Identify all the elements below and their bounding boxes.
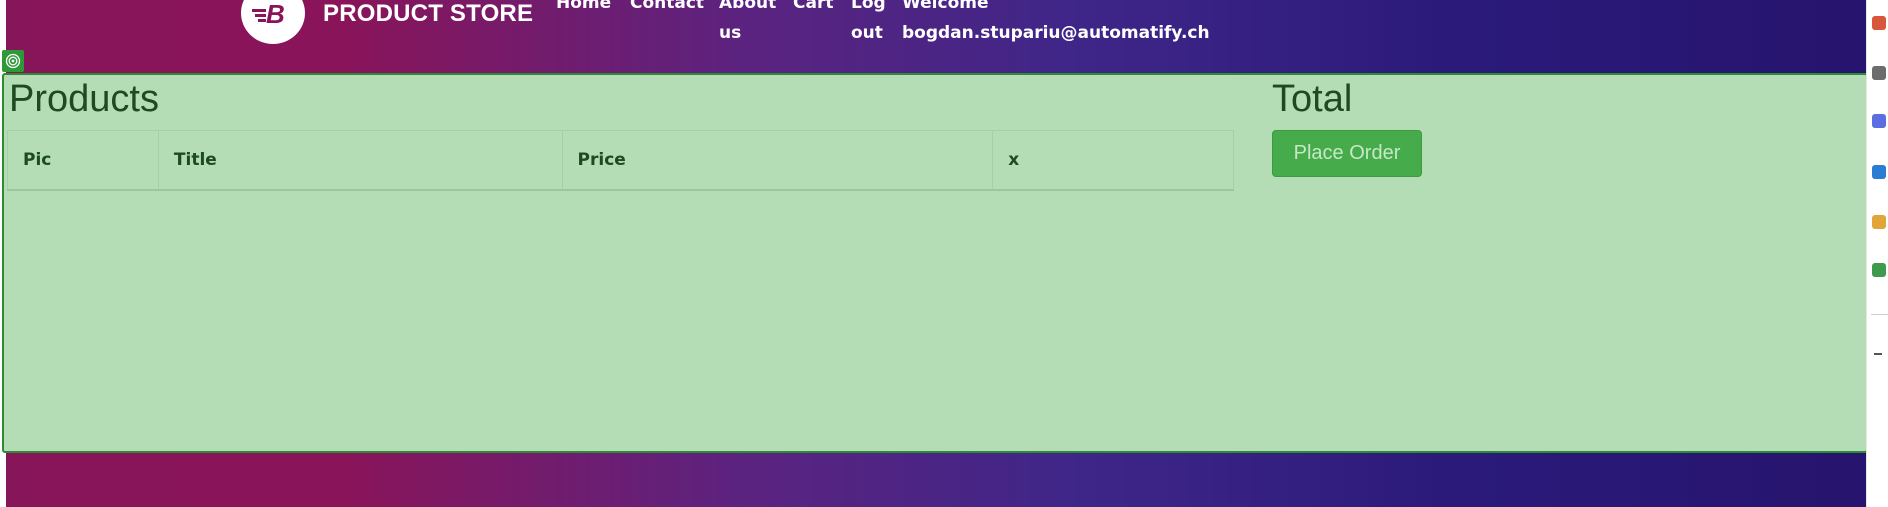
browser-side-rail — [1866, 0, 1888, 507]
total-heading: Total — [1272, 78, 1353, 120]
target-icon — [2, 50, 24, 72]
navbar: B PRODUCT STORE Home Contact About us Ca… — [0, 0, 1866, 72]
place-order-button[interactable]: Place Order — [1272, 130, 1422, 177]
rail-more-icon[interactable] — [1874, 353, 1882, 355]
nav-link-home[interactable]: Home — [556, 0, 611, 18]
extension-tree-icon[interactable] — [1872, 263, 1886, 277]
table-header-row: Pic Title Price x — [7, 130, 1234, 191]
nav-welcome-email: bogdan.stupariu@automatify.ch — [902, 23, 1210, 43]
brand-name[interactable]: PRODUCT STORE — [323, 0, 533, 28]
products-heading: Products — [9, 78, 159, 120]
nav-welcome-user[interactable]: Welcome bogdan.stupariu@automatify.ch — [902, 0, 1210, 48]
svg-text:B: B — [266, 0, 285, 28]
page-background: B PRODUCT STORE Home Contact About us Ca… — [0, 0, 1868, 507]
target-icon-svg — [5, 53, 21, 69]
nav-link-contact[interactable]: Contact — [630, 0, 704, 18]
rail-divider — [1871, 314, 1888, 315]
browser-viewport: B PRODUCT STORE Home Contact About us Ca… — [0, 0, 1888, 507]
column-header-price: Price — [561, 130, 994, 191]
nav-welcome-label: Welcome — [902, 0, 989, 13]
nav-link-cart[interactable]: Cart — [793, 0, 833, 18]
extension-gear-icon[interactable] — [1872, 165, 1886, 179]
brand-b-logo-icon: B — [252, 0, 285, 28]
nav-link-home-label: Home — [556, 0, 612, 13]
extension-person-icon[interactable] — [1872, 66, 1886, 80]
nav-link-about-line2: us — [719, 23, 742, 43]
nav-link-about-line1: About — [719, 0, 777, 13]
column-header-pic: Pic — [7, 130, 159, 191]
nav-link-cart-label: Cart — [793, 0, 834, 13]
column-header-title: Title — [157, 130, 563, 191]
products-table: Pic Title Price x — [7, 130, 1234, 191]
extension-funnel-icon[interactable] — [1872, 215, 1886, 229]
nav-link-about-us[interactable]: About us — [719, 0, 776, 48]
extension-puzzle-icon[interactable] — [1872, 114, 1886, 128]
products-table-header: Pic Title Price x — [7, 130, 1234, 191]
nav-link-contact-label: Contact — [630, 0, 705, 13]
column-header-delete: x — [992, 130, 1234, 191]
nav-link-logout-line1: Log — [851, 0, 886, 13]
nav-link-logout-line2: out — [851, 23, 883, 43]
cart-content-highlight: Products Pic Title Price x Total Place O… — [2, 73, 1868, 453]
nav-link-logout[interactable]: Log out — [851, 0, 886, 48]
extension-gift-icon[interactable] — [1872, 16, 1886, 30]
brand-logo-icon[interactable]: B — [241, 0, 305, 44]
